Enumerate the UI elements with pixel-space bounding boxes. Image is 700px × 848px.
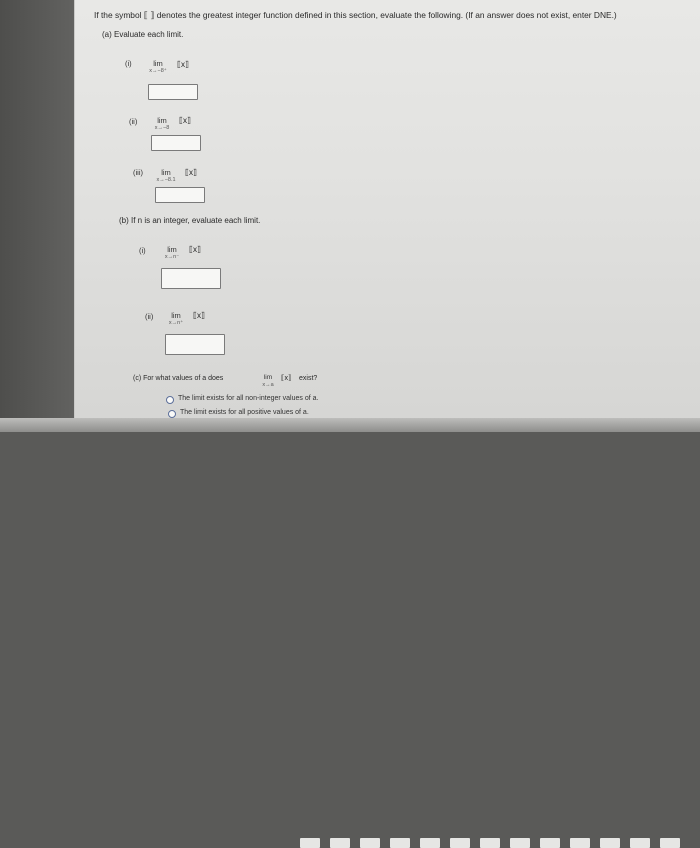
lim-approach: x→n⁺ [168,320,184,326]
part-a-ii-limit: lim x→−8 [149,116,175,131]
lim-word: lim [161,168,171,177]
answer-input-b-ii[interactable] [165,334,225,355]
keyboard-edge [0,418,700,848]
part-a-label: (a) Evaluate each limit. [102,30,184,39]
lim-word: lim [157,116,167,125]
background-desk [0,0,74,418]
part-a-i-number: (i) [125,59,132,68]
radio-option-1[interactable] [166,396,174,404]
part-b-ii-limit: lim x→n⁺ [163,311,189,326]
part-c-label-end: exist? [299,375,318,382]
key [480,838,500,848]
question-panel: If the symbol ⟦ ⟧ denotes the greatest i… [74,0,700,418]
answer-input-b-i[interactable] [161,268,221,289]
part-a-ii-number: (ii) [129,117,138,126]
key [630,838,650,848]
greatest-integer-expression: ⟦x⟧ [179,116,191,125]
lim-approach: x→n⁻ [164,254,180,260]
option-2-label: The limit exists for all positive values… [180,409,309,416]
greatest-integer-expression: ⟦x⟧ [177,60,189,69]
part-b-i-number: (i) [139,246,146,255]
key [600,838,620,848]
lim-approach: x→−8.1 [156,177,176,183]
key [360,838,380,848]
lim-word: lim [171,311,181,320]
option-1-label: The limit exists for all non-integer val… [178,395,319,402]
question-text: If the symbol ⟦ ⟧ denotes the greatest i… [94,10,617,20]
key [390,838,410,848]
key [570,838,590,848]
answer-input-a-ii[interactable] [151,135,201,151]
part-b-i-limit: lim x→n⁻ [159,245,185,260]
key [300,838,320,848]
lim-word: lim [167,245,177,254]
radio-option-2[interactable] [168,410,176,418]
greatest-integer-expression: ⟦x⟧ [281,375,292,382]
part-c-limit: lim x→a [257,373,279,388]
part-b-ii-number: (ii) [145,312,154,321]
greatest-integer-expression: ⟦x⟧ [193,311,205,320]
greatest-integer-expression: ⟦x⟧ [189,245,201,254]
key [420,838,440,848]
lim-approach: x→−8⁺ [149,68,167,74]
answer-input-a-iii[interactable] [155,187,205,203]
lim-approach: x→−8 [154,125,170,131]
key [450,838,470,848]
key [660,838,680,848]
key [540,838,560,848]
part-b-label: (b) If n is an integer, evaluate each li… [119,216,261,225]
greatest-integer-expression: ⟦x⟧ [185,168,197,177]
answer-input-a-i[interactable] [148,84,198,100]
key [330,838,350,848]
part-a-iii-limit: lim x→−8.1 [151,168,181,183]
part-a-i-limit: lim x→−8⁺ [145,59,171,74]
part-a-iii-number: (iii) [133,168,143,177]
lim-approach: x→a [262,382,274,388]
key [510,838,530,848]
lim-word: lim [153,59,163,68]
lim-word: lim [263,374,273,381]
part-c-label-start: (c) For what values of a does [133,375,224,382]
